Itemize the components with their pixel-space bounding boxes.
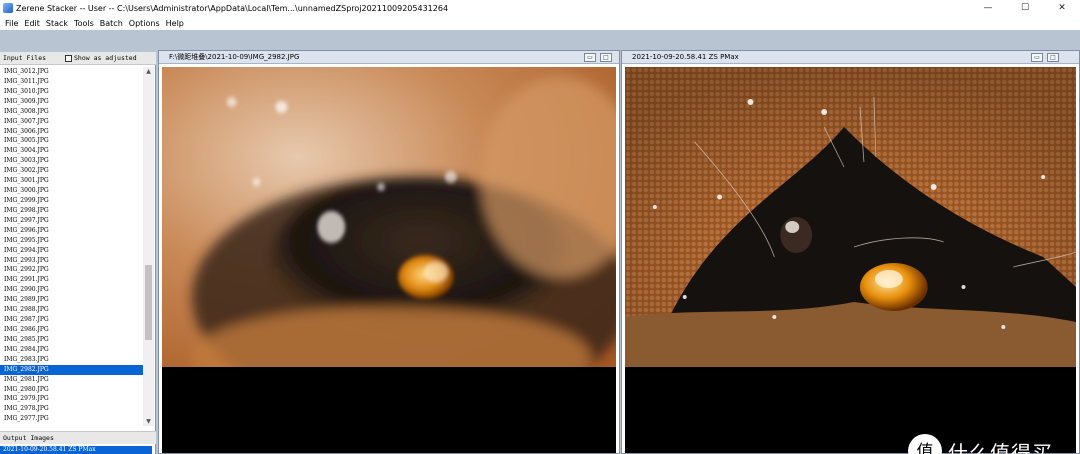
output-images-label: Output Images (3, 434, 54, 442)
output-image-item[interactable]: 2021-10-09-20.58.41 ZS PMax (0, 446, 152, 454)
file-list-item[interactable]: IMG_3010.JPG (0, 87, 143, 97)
file-list-item[interactable]: IMG_2984.JPG (0, 345, 143, 355)
menu-batch[interactable]: Batch (97, 19, 126, 28)
file-list-item[interactable]: IMG_2983.JPG (0, 355, 143, 365)
file-list-item[interactable]: IMG_2992.JPG (0, 265, 143, 275)
result-image-viewport[interactable] (625, 67, 1076, 453)
file-panel: Input Files Show as adjusted IMG_3012.JP… (0, 52, 156, 454)
file-list-item[interactable]: IMG_3011.JPG (0, 77, 143, 87)
file-list-item[interactable]: IMG_2999.JPG (0, 196, 143, 206)
file-list-item[interactable]: IMG_3009.JPG (0, 97, 143, 107)
file-list-item[interactable]: IMG_3005.JPG (0, 136, 143, 146)
minimize-button[interactable]: — (970, 0, 1006, 16)
file-list-item[interactable]: IMG_3004.JPG (0, 146, 143, 156)
app-icon (3, 3, 13, 13)
show-adjusted-label: Show as adjusted (74, 54, 137, 62)
file-list-item[interactable]: IMG_3001.JPG (0, 176, 143, 186)
show-adjusted-toggle[interactable]: Show as adjusted (65, 54, 137, 62)
menu-tools[interactable]: Tools (71, 19, 97, 28)
scrollbar-thumb[interactable] (145, 265, 152, 340)
file-list-item[interactable]: IMG_2994.JPG (0, 246, 143, 256)
window-title: Zerene Stacker -- User -- C:\Users\Admin… (16, 3, 449, 13)
maximize-button[interactable]: ☐ (1007, 0, 1043, 16)
file-list-item[interactable]: IMG_2993.JPG (0, 256, 143, 266)
menu-bar: File Edit Stack Tools Batch Options Help (0, 16, 1080, 30)
result-pane-maximize-button[interactable]: □ (1047, 53, 1059, 62)
watermark-logo-glyph: 值 (917, 442, 934, 454)
source-photo-blurred (162, 67, 616, 367)
file-list-item[interactable]: IMG_2980.JPG (0, 385, 143, 395)
file-list-item[interactable]: IMG_3008.JPG (0, 107, 143, 117)
source-pane-restore-button[interactable]: ▭ (584, 53, 596, 62)
result-pane-header: 2021-10-09-20.58.41 ZS PMax ▭ □ (622, 51, 1079, 64)
menu-stack[interactable]: Stack (43, 19, 71, 28)
file-list-item[interactable]: IMG_2979.JPG (0, 394, 143, 404)
source-pane-header: F:\微距堆叠\2021-10-09\IMG_2982.JPG ▭ □ (159, 51, 619, 64)
file-list-item[interactable]: IMG_2991.JPG (0, 275, 143, 285)
close-button[interactable]: ✕ (1044, 0, 1080, 16)
file-list-item[interactable]: IMG_2998.JPG (0, 206, 143, 216)
workspace: Input Files Show as adjusted IMG_3012.JP… (0, 30, 1080, 454)
result-image-pane: 2021-10-09-20.58.41 ZS PMax ▭ □ (621, 50, 1080, 454)
file-list-item[interactable]: IMG_2996.JPG (0, 226, 143, 236)
menu-help[interactable]: Help (163, 19, 187, 28)
watermark-logo-icon: 值 (908, 434, 942, 454)
input-files-label: Input Files (3, 54, 47, 62)
file-list-item[interactable]: IMG_3000.JPG (0, 186, 143, 196)
input-file-list: IMG_3012.JPG IMG_3011.JPG IMG_3010.JPG IMG_… (0, 67, 143, 426)
result-pane-title: 2021-10-09-20.58.41 ZS PMax (632, 53, 739, 61)
output-images-header: Output Images (0, 431, 156, 444)
show-adjusted-checkbox[interactable] (65, 54, 72, 62)
source-pane-title: F:\微距堆叠\2021-10-09\IMG_2982.JPG (169, 53, 300, 61)
file-list-item[interactable]: IMG_2987.JPG (0, 315, 143, 325)
watermark-text: 什么值得买 (948, 440, 1053, 454)
file-list-item[interactable]: IMG_2982.JPG (0, 364, 143, 375)
menu-edit[interactable]: Edit (21, 19, 43, 28)
file-list-item[interactable]: IMG_2988.JPG (0, 305, 143, 315)
file-list-item[interactable]: IMG_2995.JPG (0, 236, 143, 246)
source-image-pane: F:\微距堆叠\2021-10-09\IMG_2982.JPG ▭ □ (158, 50, 620, 454)
result-photo-stacked (625, 67, 1076, 367)
source-pane-maximize-button[interactable]: □ (600, 53, 612, 62)
file-list-item[interactable]: IMG_2990.JPG (0, 285, 143, 295)
file-list-item[interactable]: IMG_2989.JPG (0, 295, 143, 305)
file-list-item[interactable]: IMG_2978.JPG (0, 404, 143, 414)
title-bar: Zerene Stacker -- User -- C:\Users\Admin… (0, 0, 1080, 16)
watermark: 值 什么值得买 (908, 434, 1053, 454)
source-image-viewport[interactable] (162, 67, 616, 453)
file-list-item[interactable]: IMG_3006.JPG (0, 127, 143, 137)
file-list-item[interactable]: IMG_2985.JPG (0, 335, 143, 345)
menu-file[interactable]: File (2, 19, 21, 28)
input-files-header: Input Files Show as adjusted (0, 52, 156, 65)
result-pane-restore-button[interactable]: ▭ (1031, 53, 1043, 62)
file-list-item[interactable]: IMG_3007.JPG (0, 117, 143, 127)
file-list-item[interactable]: IMG_3012.JPG (0, 67, 143, 77)
file-list-item[interactable]: IMG_3003.JPG (0, 156, 143, 166)
scroll-down-icon[interactable]: ▼ (143, 417, 154, 426)
file-list-item[interactable]: IMG_2977.JPG (0, 414, 143, 424)
menu-options[interactable]: Options (126, 19, 163, 28)
file-list-item[interactable]: IMG_2981.JPG (0, 375, 143, 385)
scroll-up-icon[interactable]: ▲ (143, 67, 154, 76)
file-list-item[interactable]: IMG_3002.JPG (0, 166, 143, 176)
file-list-item[interactable]: IMG_2997.JPG (0, 216, 143, 226)
file-list-item[interactable]: IMG_2986.JPG (0, 325, 143, 335)
file-list-scrollbar[interactable]: ▲ ▼ (143, 67, 154, 426)
